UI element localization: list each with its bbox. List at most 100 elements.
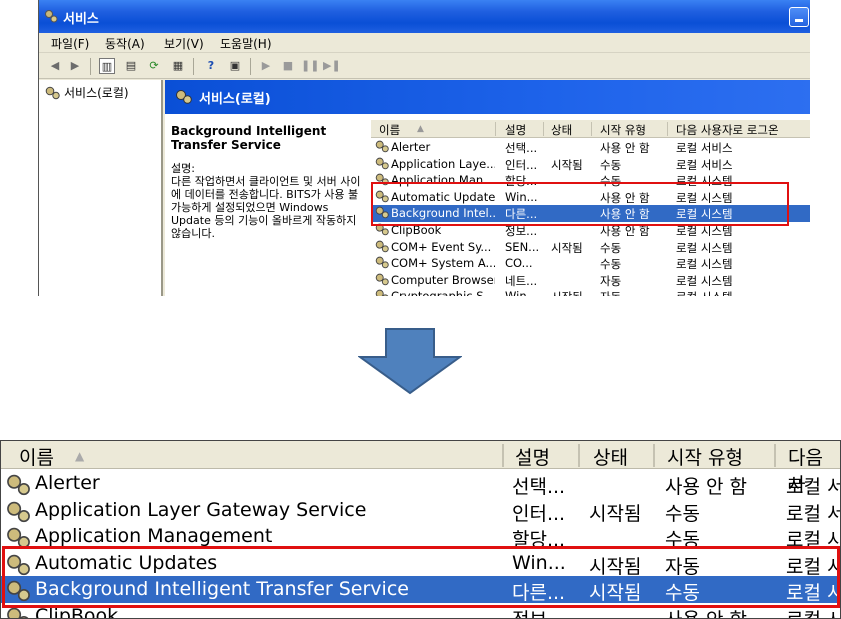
refresh-icon[interactable]: ⟳: [146, 58, 162, 74]
export-list-icon[interactable]: ▦: [170, 58, 186, 74]
cell-name: Alerter: [391, 140, 431, 154]
highlight-box: [371, 182, 789, 226]
back-arrow-icon[interactable]: ◀: [47, 58, 63, 74]
column-header-description[interactable]: 설명: [515, 443, 550, 470]
column-divider[interactable]: [591, 122, 592, 136]
console-icon[interactable]: ▣: [227, 58, 243, 74]
column-header-description[interactable]: 설명: [505, 122, 526, 138]
service-row[interactable]: Application Laye... 인터... 시작됨 수동 로컬 서비스: [371, 156, 810, 173]
cell-status: 시작됨: [589, 502, 642, 525]
menu-view[interactable]: 보기(V): [164, 35, 204, 52]
cell-name: COM+ Event Sy...: [391, 239, 492, 254]
column-divider[interactable]: [774, 444, 776, 467]
column-divider[interactable]: [653, 444, 655, 467]
cell-logon: 로컬 서: [786, 502, 841, 525]
menu-help[interactable]: 도움말(H): [220, 35, 272, 52]
cell-name: COM+ System A...: [391, 256, 495, 271]
cell-name: Application Layer Gateway Service: [35, 498, 367, 521]
service-gears-icon: [375, 157, 389, 169]
column-header-startup-type[interactable]: 시작 유형: [667, 443, 743, 470]
service-row[interactable]: Alerter 선택... 사용 안 함 로컬 서비스: [371, 139, 810, 156]
cell-logon: 로컬 서: [786, 476, 841, 498]
service-gears-icon: [7, 474, 30, 496]
service-gears-icon: [375, 240, 390, 256]
details-banner: 서비스(로컬): [165, 80, 810, 114]
sort-ascending-icon: ▲: [417, 124, 424, 134]
minimize-button[interactable]: [789, 7, 809, 27]
cell-startup: 자동: [600, 289, 666, 296]
cell-name: Cryptographic S...: [391, 289, 495, 296]
cell-status: 시작됨: [551, 240, 583, 255]
column-header-logon-as[interactable]: 다음 사용자로 로그온: [676, 122, 779, 138]
service-gears-icon: [375, 289, 390, 296]
service-row[interactable]: COM+ Event Sy... SEN... 시작됨 수동 로컬 시스템: [371, 239, 810, 256]
column-divider[interactable]: [667, 122, 668, 136]
highlight-box: [2, 546, 840, 608]
service-gears-icon: [375, 290, 388, 296]
cell-name: Application Laye...: [391, 156, 495, 171]
service-gears-icon: [375, 273, 389, 286]
cell-startup: 자동: [600, 273, 622, 288]
help-icon[interactable]: ?: [203, 58, 219, 74]
show-tree-icon[interactable]: ▥: [99, 58, 115, 74]
restart-icon[interactable]: ▶❚: [323, 58, 341, 74]
list-header: 이름 ▲ 설명 상태 시작 유형 다음 사용자로 로그온: [371, 120, 810, 138]
cell-desc: 인터...: [505, 157, 538, 172]
service-row[interactable]: Application Layer Gateway Service 인터... 시작…: [1, 497, 841, 525]
service-gears-icon: [375, 240, 389, 252]
properties-icon[interactable]: ▤: [123, 58, 139, 74]
cell-desc: Win...: [505, 289, 543, 296]
cell-desc: 네트...: [505, 273, 538, 288]
cell-startup: 수동: [600, 157, 622, 172]
gears-icon: [45, 86, 60, 99]
cell-status: 시작됨: [551, 157, 583, 172]
gears-icon: [45, 10, 58, 23]
menu-bar: 파일(F) 동작(A) 보기(V) 도움말(H): [39, 33, 810, 53]
service-row[interactable]: Computer Browser 네트... 자동 로컬 시스템: [371, 272, 810, 289]
column-header-name[interactable]: 이름: [379, 122, 400, 138]
description-text: 다른 작업하면서 클라이언트 및 서버 사이에 데이터를 전송합니다. BITS…: [171, 175, 361, 240]
forward-arrow-icon[interactable]: ▶: [67, 58, 83, 74]
selected-service-name: Background Intelligent Transfer Service: [171, 124, 327, 152]
cell-name: Alerter: [35, 472, 100, 494]
service-gears-icon: [375, 256, 390, 272]
cell-startup: 사용 안 함: [600, 141, 650, 155]
cell-logon: 로컬 시스템: [676, 273, 733, 288]
column-header-status[interactable]: 상태: [593, 443, 628, 470]
column-divider[interactable]: [543, 122, 544, 136]
cell-name: Computer Browser: [391, 272, 495, 287]
column-header-startup-type[interactable]: 시작 유형: [600, 122, 646, 138]
cell-logon: 로컬 시스템: [676, 240, 733, 255]
cell-startup: 수동: [600, 257, 622, 272]
cell-logon: 로컬 시스템: [676, 257, 733, 272]
column-divider[interactable]: [495, 122, 496, 136]
cell-status: 시작됨: [551, 289, 591, 296]
service-row[interactable]: Cryptographic S... Win... 시작됨 자동 로컬 시스템: [371, 288, 810, 296]
cell-startup: 수동: [600, 240, 622, 255]
services-window: 서비스 파일(F) 동작(A) 보기(V) 도움말(H) ◀ ▶ ▥ ▤ ⟳ ▦…: [38, 0, 810, 296]
column-divider[interactable]: [578, 444, 580, 467]
service-row[interactable]: COM+ System A... CO... 수동 로컬 시스템: [371, 255, 810, 272]
toolbar-divider: [250, 58, 251, 75]
tree-item-services-local[interactable]: 서비스(로컬): [45, 84, 129, 101]
cell-desc: 인터...: [512, 502, 566, 525]
window-title: 서비스: [63, 12, 99, 27]
list-header: 이름 ▲ 설명 상태 시작 유형 다음 사: [1, 441, 840, 496]
cell-logon: 로컬 시스템: [676, 289, 806, 296]
menu-file[interactable]: 파일(F): [51, 35, 89, 52]
play-icon[interactable]: ▶: [258, 58, 274, 74]
cell-startup: 사용 안 함: [665, 476, 747, 498]
toolbar-divider: [90, 58, 91, 75]
menu-action[interactable]: 동작(A): [105, 35, 145, 52]
column-divider[interactable]: [502, 444, 504, 467]
pause-icon[interactable]: ❚❚: [301, 58, 319, 74]
cell-logon: 로컬 서비스: [676, 157, 733, 172]
stop-icon[interactable]: ■: [280, 58, 296, 74]
column-header-status[interactable]: 상태: [551, 122, 572, 138]
description-panel: Background Intelligent Transfer Service …: [171, 124, 367, 240]
cell-desc: 선택...: [505, 141, 538, 155]
column-header-name[interactable]: 이름: [19, 443, 54, 470]
cell-desc: CO...: [505, 256, 533, 271]
cell-desc: 선택...: [512, 476, 566, 498]
service-row[interactable]: Alerter 선택... 사용 안 함 로컬 서: [1, 470, 841, 498]
